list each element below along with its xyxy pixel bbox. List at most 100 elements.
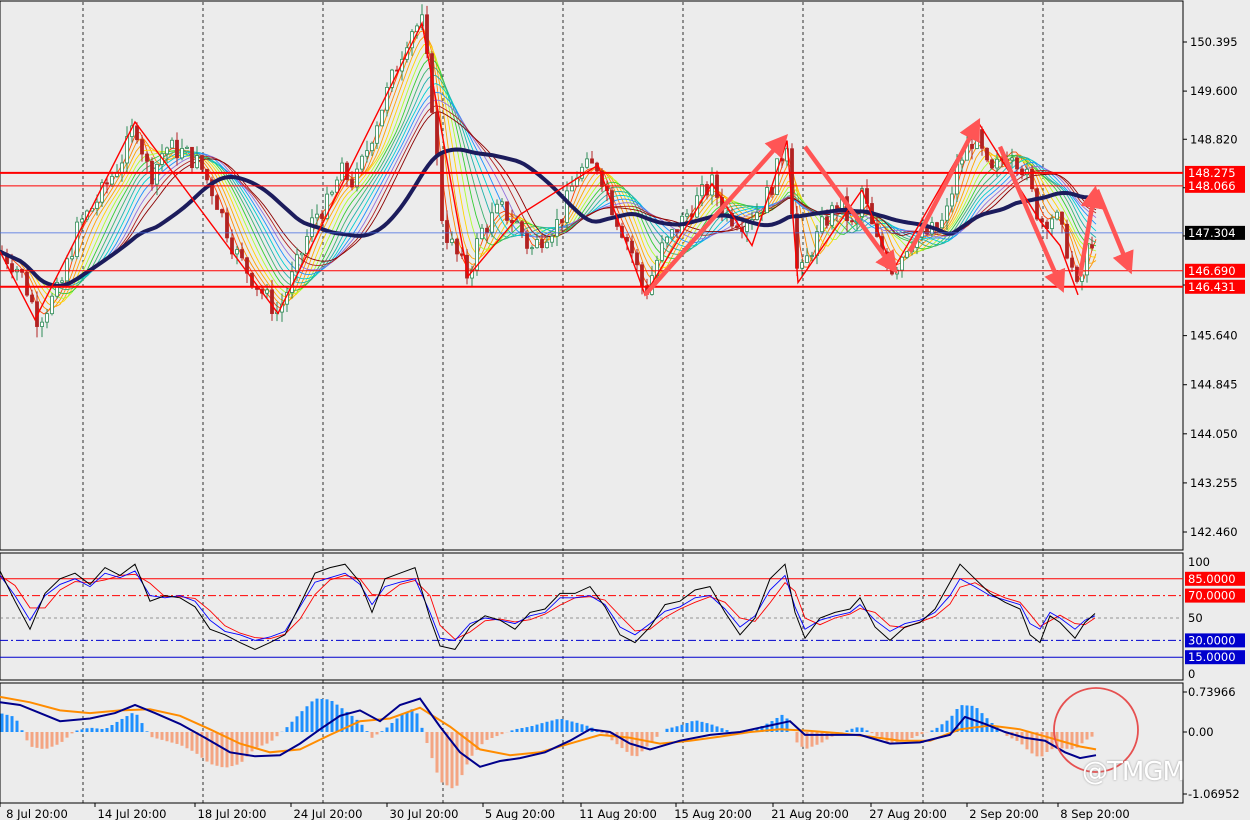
candle-body: [665, 236, 669, 244]
candle-body: [995, 158, 999, 169]
macd-histogram-bar: [515, 728, 519, 732]
candle-body: [270, 289, 274, 314]
macd-histogram-bar: [65, 732, 69, 738]
macd-histogram-bar: [75, 730, 79, 732]
candle-body: [195, 155, 199, 169]
candle-body: [440, 154, 444, 221]
macd-histogram-bar: [395, 718, 399, 732]
x-tick-label: 30 Jul 20:00: [390, 807, 459, 820]
candle-body: [1070, 257, 1074, 268]
candle-body: [1010, 157, 1014, 161]
macd-histogram-bar: [400, 714, 404, 732]
candle-body: [830, 205, 834, 226]
stoch-level-label: 15.0000: [1188, 650, 1236, 664]
y-tick-label: 145.640: [1190, 329, 1238, 343]
candle-body: [445, 220, 449, 243]
candle-body: [950, 193, 954, 207]
candle-body: [545, 241, 549, 249]
trend-arrow: [1094, 189, 1134, 275]
macd-histogram-bar: [875, 732, 879, 737]
stochastic-frame: [0, 552, 1184, 681]
macd-histogram-bar: [645, 732, 649, 747]
macd-histogram-bar: [160, 732, 164, 740]
macd-histogram-bar: [950, 715, 954, 732]
candle-body: [1055, 211, 1059, 220]
macd-histogram-bar: [910, 732, 914, 738]
candle-body: [825, 216, 829, 226]
candle-body: [175, 139, 179, 159]
candle-body: [815, 231, 819, 256]
candle-body: [540, 239, 544, 249]
macd-histogram-bar: [575, 722, 579, 732]
candle-body: [50, 295, 54, 315]
candle-body: [755, 212, 759, 220]
macd-histogram-bar: [185, 732, 189, 749]
macd-histogram-bar: [715, 726, 719, 732]
macd-histogram-bar: [685, 722, 689, 732]
candle-body: [500, 201, 504, 205]
stoch-level-label: 85.0000: [1188, 572, 1236, 586]
macd-histogram-bar: [415, 713, 419, 732]
candle-body: [295, 254, 299, 273]
candle-body: [220, 209, 224, 214]
candle-body: [145, 153, 149, 162]
candle-body: [685, 213, 689, 217]
candle-body: [1075, 266, 1079, 282]
candle-body: [240, 249, 244, 259]
macd-histogram-bar: [435, 732, 439, 773]
macd-histogram-bar: [95, 728, 99, 732]
macd-histogram-bar: [905, 732, 909, 740]
macd-histogram-bar: [885, 732, 889, 742]
candle-body: [940, 219, 944, 229]
candle-body: [65, 258, 69, 282]
price-frame: [0, 0, 1184, 551]
candle-body: [340, 162, 344, 181]
macd-histogram-bar: [560, 718, 564, 732]
candle-body: [490, 212, 494, 233]
macd-histogram-bar: [855, 727, 859, 732]
y-tick-label: 143.255: [1190, 476, 1238, 490]
macd-histogram-bar: [565, 720, 569, 732]
candle-body: [70, 256, 74, 260]
candle-body: [1060, 211, 1064, 225]
macd-histogram-bar: [155, 732, 159, 739]
candle-body: [225, 212, 229, 239]
macd-histogram-bar: [240, 732, 244, 762]
macd-histogram-bar: [130, 713, 134, 732]
macd-histogram-bar: [480, 732, 484, 745]
macd-histogram-bar: [1085, 732, 1089, 740]
candle-body: [45, 313, 49, 323]
macd-histogram-bar: [635, 732, 639, 757]
macd-histogram-bar: [120, 718, 124, 732]
macd-histogram-bar: [550, 720, 554, 732]
macd-histogram-bar: [285, 727, 289, 732]
macd-histogram-bar: [850, 728, 854, 732]
candle-body: [810, 255, 814, 257]
candle-body: [805, 255, 809, 263]
macd-histogram-bar: [695, 720, 699, 732]
y-tick-label: 149.600: [1190, 84, 1238, 98]
x-tick-label: 2 Sep 20:00: [969, 807, 1038, 820]
candle-body: [905, 251, 909, 258]
candle-body: [40, 321, 44, 327]
candle-body: [990, 159, 994, 169]
macd-histogram-bar: [1025, 732, 1029, 750]
macd-histogram-bar: [215, 732, 219, 766]
y-tick-label: 144.050: [1190, 427, 1238, 441]
macd-histogram-bar: [190, 732, 194, 751]
candle-body: [560, 219, 564, 223]
candle-body: [205, 169, 209, 181]
candle-body: [660, 242, 664, 261]
macd-main-line: [0, 697, 1097, 768]
macd-histogram-bar: [420, 727, 424, 732]
macd-histogram-bar: [675, 726, 679, 732]
stoch-level-label: 70.0000: [1188, 589, 1236, 603]
macd-histogram-bar: [915, 732, 919, 737]
candle-body: [435, 111, 439, 156]
macd-histogram-bar: [385, 727, 389, 732]
x-tick-label: 24 Jul 20:00: [294, 807, 363, 820]
candle-body: [155, 164, 159, 185]
candle-body: [525, 232, 529, 249]
macd-histogram-bar: [870, 732, 874, 734]
macd-histogram-bar: [360, 724, 364, 732]
